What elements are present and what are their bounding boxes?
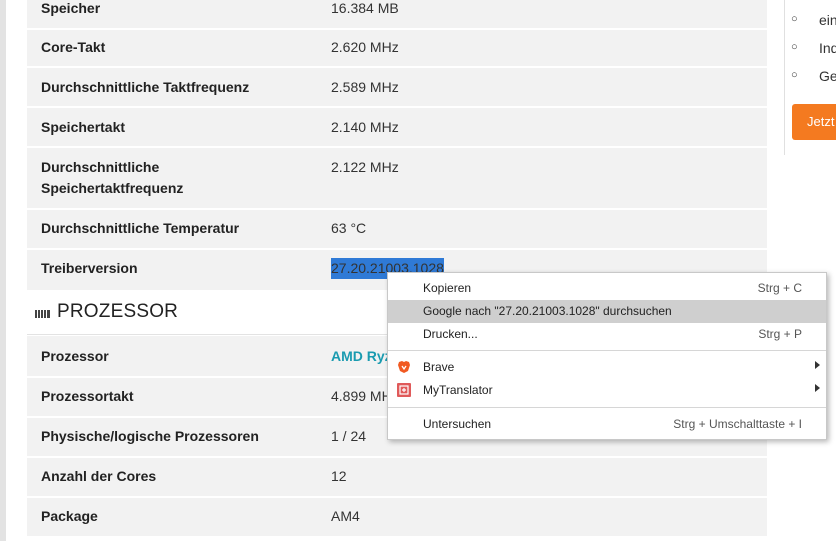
spec-value: 12 <box>331 468 347 484</box>
spec-label: Durchschnittliche Taktfrequenz <box>41 79 250 95</box>
spec-value: 2.122 MHz <box>331 159 399 175</box>
submenu-arrow-icon <box>815 384 820 392</box>
spec-row-core-clock: Core-Takt 2.620 MHz <box>27 30 767 68</box>
spec-value: 4.899 MH <box>331 388 392 404</box>
menu-item-copy[interactable]: Kopieren Strg + C <box>388 277 826 300</box>
spec-row-core-count: Anzahl der Cores 12 <box>27 458 767 498</box>
spec-label: Prozessor <box>41 348 109 364</box>
sidebar-divider <box>784 0 785 155</box>
submenu-arrow-icon <box>815 361 820 369</box>
spec-label: Package <box>41 508 98 524</box>
menu-item-print[interactable]: Drucken... Strg + P <box>388 323 826 346</box>
spec-row-memory-clock: Speichertakt 2.140 MHz <box>27 108 767 148</box>
bullet-icon: ○ <box>791 13 798 25</box>
spec-value: 1 / 24 <box>331 428 367 444</box>
spec-label: Anzahl der Cores <box>41 468 157 484</box>
menu-item-shortcut: Strg + C <box>757 281 802 295</box>
bullet-icon: ○ <box>791 41 798 53</box>
spec-value: AM4 <box>331 508 360 524</box>
spec-row-avg-memory-clock: Durchschnittliche Speichertaktfrequenz 2… <box>27 148 767 210</box>
menu-item-google-search[interactable]: Google nach "27.20.21003.1028" durchsuch… <box>388 300 826 323</box>
spec-label: Physische/logische Prozessoren <box>41 428 259 444</box>
spec-label-line1: Durchschnittliche <box>41 159 160 175</box>
spec-label: Treiberversion <box>41 260 138 276</box>
menu-separator <box>388 407 826 408</box>
menu-item-mytranslator[interactable]: MyTranslator <box>388 379 826 402</box>
spec-label: Speicher <box>41 0 101 16</box>
spec-row-package: Package AM4 <box>27 498 767 538</box>
spec-label: Speichertakt <box>41 119 126 135</box>
sidebar-bullet-text: ein <box>819 12 836 28</box>
menu-item-label: Drucken... <box>423 327 478 341</box>
spec-value: 2.140 MHz <box>331 119 399 135</box>
menu-item-shortcut: Strg + P <box>758 327 802 341</box>
brave-lion-icon <box>398 361 410 373</box>
spec-row-avg-clock: Durchschnittliche Taktfrequenz 2.589 MHz <box>27 68 767 108</box>
menu-item-label: Untersuchen <box>423 417 492 431</box>
menu-item-label: MyTranslator <box>423 383 493 397</box>
spec-value: 16.384 MB <box>331 0 399 16</box>
bullet-icon: ○ <box>791 69 798 81</box>
menu-item-brave[interactable]: Brave <box>388 356 826 379</box>
spec-label: Core-Takt <box>41 39 106 55</box>
right-sidebar: ○ ein ○ Ind ○ Ge Jetzt <box>782 0 836 541</box>
spec-label: Prozessortakt <box>41 388 134 404</box>
sidebar-bullet-text: Ge <box>819 68 836 84</box>
spec-value: 63 °C <box>331 220 367 236</box>
spec-row-avg-temperature: Durchschnittliche Temperatur 63 °C <box>27 210 767 250</box>
cta-button[interactable]: Jetzt <box>792 104 836 140</box>
cpu-chip-icon <box>35 310 50 318</box>
menu-item-inspect[interactable]: Untersuchen Strg + Umschalttaste + I <box>388 413 826 436</box>
spec-value: 2.589 MHz <box>331 79 399 95</box>
translator-icon <box>397 383 411 397</box>
spec-label-line2: Speichertaktfrequenz <box>41 180 184 196</box>
menu-separator <box>388 350 826 351</box>
processor-link[interactable]: AMD Ryz <box>331 346 392 367</box>
menu-item-label: Kopieren <box>423 281 472 295</box>
spec-value: 2.620 MHz <box>331 39 399 55</box>
menu-item-label: Google nach "27.20.21003.1028" durchsuch… <box>423 304 672 318</box>
section-title: PROZESSOR <box>57 301 179 322</box>
spec-label: Durchschnittliche Temperatur <box>41 220 240 236</box>
context-menu: Kopieren Strg + C Google nach "27.20.210… <box>387 272 827 440</box>
menu-item-shortcut: Strg + Umschalttaste + I <box>673 417 802 431</box>
specs-table: Speicher 16.384 MB Core-Takt 2.620 MHz D… <box>6 0 782 541</box>
spec-row-memory: Speicher 16.384 MB <box>27 0 767 30</box>
menu-item-label: Brave <box>423 360 455 374</box>
sidebar-bullet-text: Ind <box>819 40 836 56</box>
